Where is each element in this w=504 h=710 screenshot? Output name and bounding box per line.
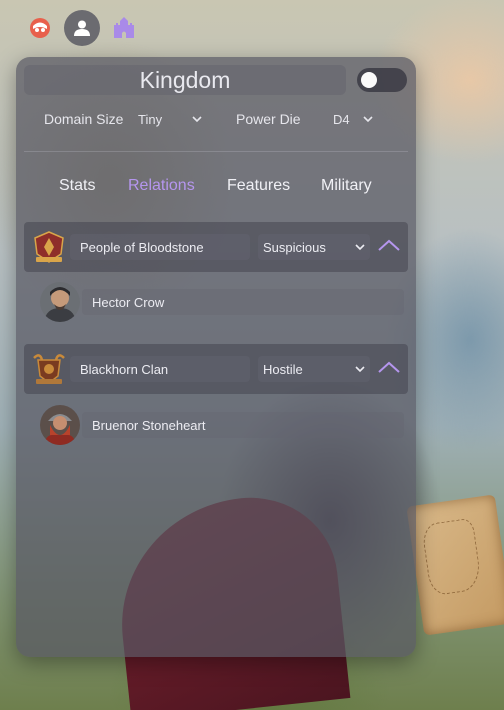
member-name-field[interactable]: Bruenor Stoneheart bbox=[82, 412, 404, 438]
tab-military[interactable]: Military bbox=[321, 177, 372, 195]
tab-bar: Stats Relations Features Military bbox=[16, 177, 416, 199]
settings-row: Domain Size Tiny Power Die D4 bbox=[16, 107, 416, 131]
power-die-select[interactable]: D4 bbox=[329, 109, 377, 129]
attitude-select[interactable]: Suspicious bbox=[258, 234, 370, 260]
panel-title: Kingdom bbox=[139, 66, 231, 93]
power-die-value: D4 bbox=[333, 111, 350, 127]
background-map-scroll bbox=[406, 494, 504, 636]
kingdom-panel: Kingdom Domain Size Tiny Power Die D4 St… bbox=[16, 57, 416, 657]
chevron-up-icon[interactable] bbox=[376, 236, 402, 256]
faction-name-field[interactable]: Blackhorn Clan bbox=[70, 356, 250, 382]
member-name-field[interactable]: Hector Crow bbox=[82, 289, 404, 315]
crest-icon bbox=[34, 231, 64, 263]
member-row-bruenor: Bruenor Stoneheart bbox=[24, 402, 408, 448]
chevron-down-icon bbox=[192, 116, 202, 123]
tab-relations[interactable]: Relations bbox=[128, 177, 195, 195]
tab-features[interactable]: Features bbox=[227, 177, 290, 195]
castle-icon[interactable] bbox=[106, 10, 142, 46]
power-die-label: Power Die bbox=[236, 111, 301, 127]
app-icon-bar bbox=[22, 10, 142, 46]
chevron-up-icon[interactable] bbox=[376, 358, 402, 378]
chevron-down-icon bbox=[363, 116, 373, 123]
faction-row-bloodstone: People of Bloodstone Suspicious bbox=[24, 222, 408, 272]
toggle-knob bbox=[361, 72, 377, 88]
attitude-select[interactable]: Hostile bbox=[258, 356, 370, 382]
member-row-hector: Hector Crow bbox=[24, 279, 408, 325]
tab-stats[interactable]: Stats bbox=[59, 177, 95, 195]
portrait-icon bbox=[40, 405, 80, 445]
hooded-face-icon[interactable] bbox=[22, 10, 58, 46]
crest-icon bbox=[33, 354, 65, 384]
chevron-down-icon bbox=[355, 244, 365, 251]
attitude-value: Suspicious bbox=[263, 239, 326, 255]
attitude-value: Hostile bbox=[263, 361, 303, 377]
portrait-icon bbox=[40, 282, 80, 322]
faction-name-field[interactable]: People of Bloodstone bbox=[70, 234, 250, 260]
domain-size-select[interactable]: Tiny bbox=[134, 109, 206, 129]
divider bbox=[24, 151, 408, 152]
domain-size-value: Tiny bbox=[138, 111, 163, 127]
faction-row-blackhorn: Blackhorn Clan Hostile bbox=[24, 344, 408, 394]
title-bar: Kingdom bbox=[24, 65, 346, 95]
person-icon[interactable] bbox=[64, 10, 100, 46]
kingdom-toggle[interactable] bbox=[357, 68, 407, 92]
chevron-down-icon bbox=[355, 366, 365, 373]
domain-size-label: Domain Size bbox=[44, 111, 124, 127]
